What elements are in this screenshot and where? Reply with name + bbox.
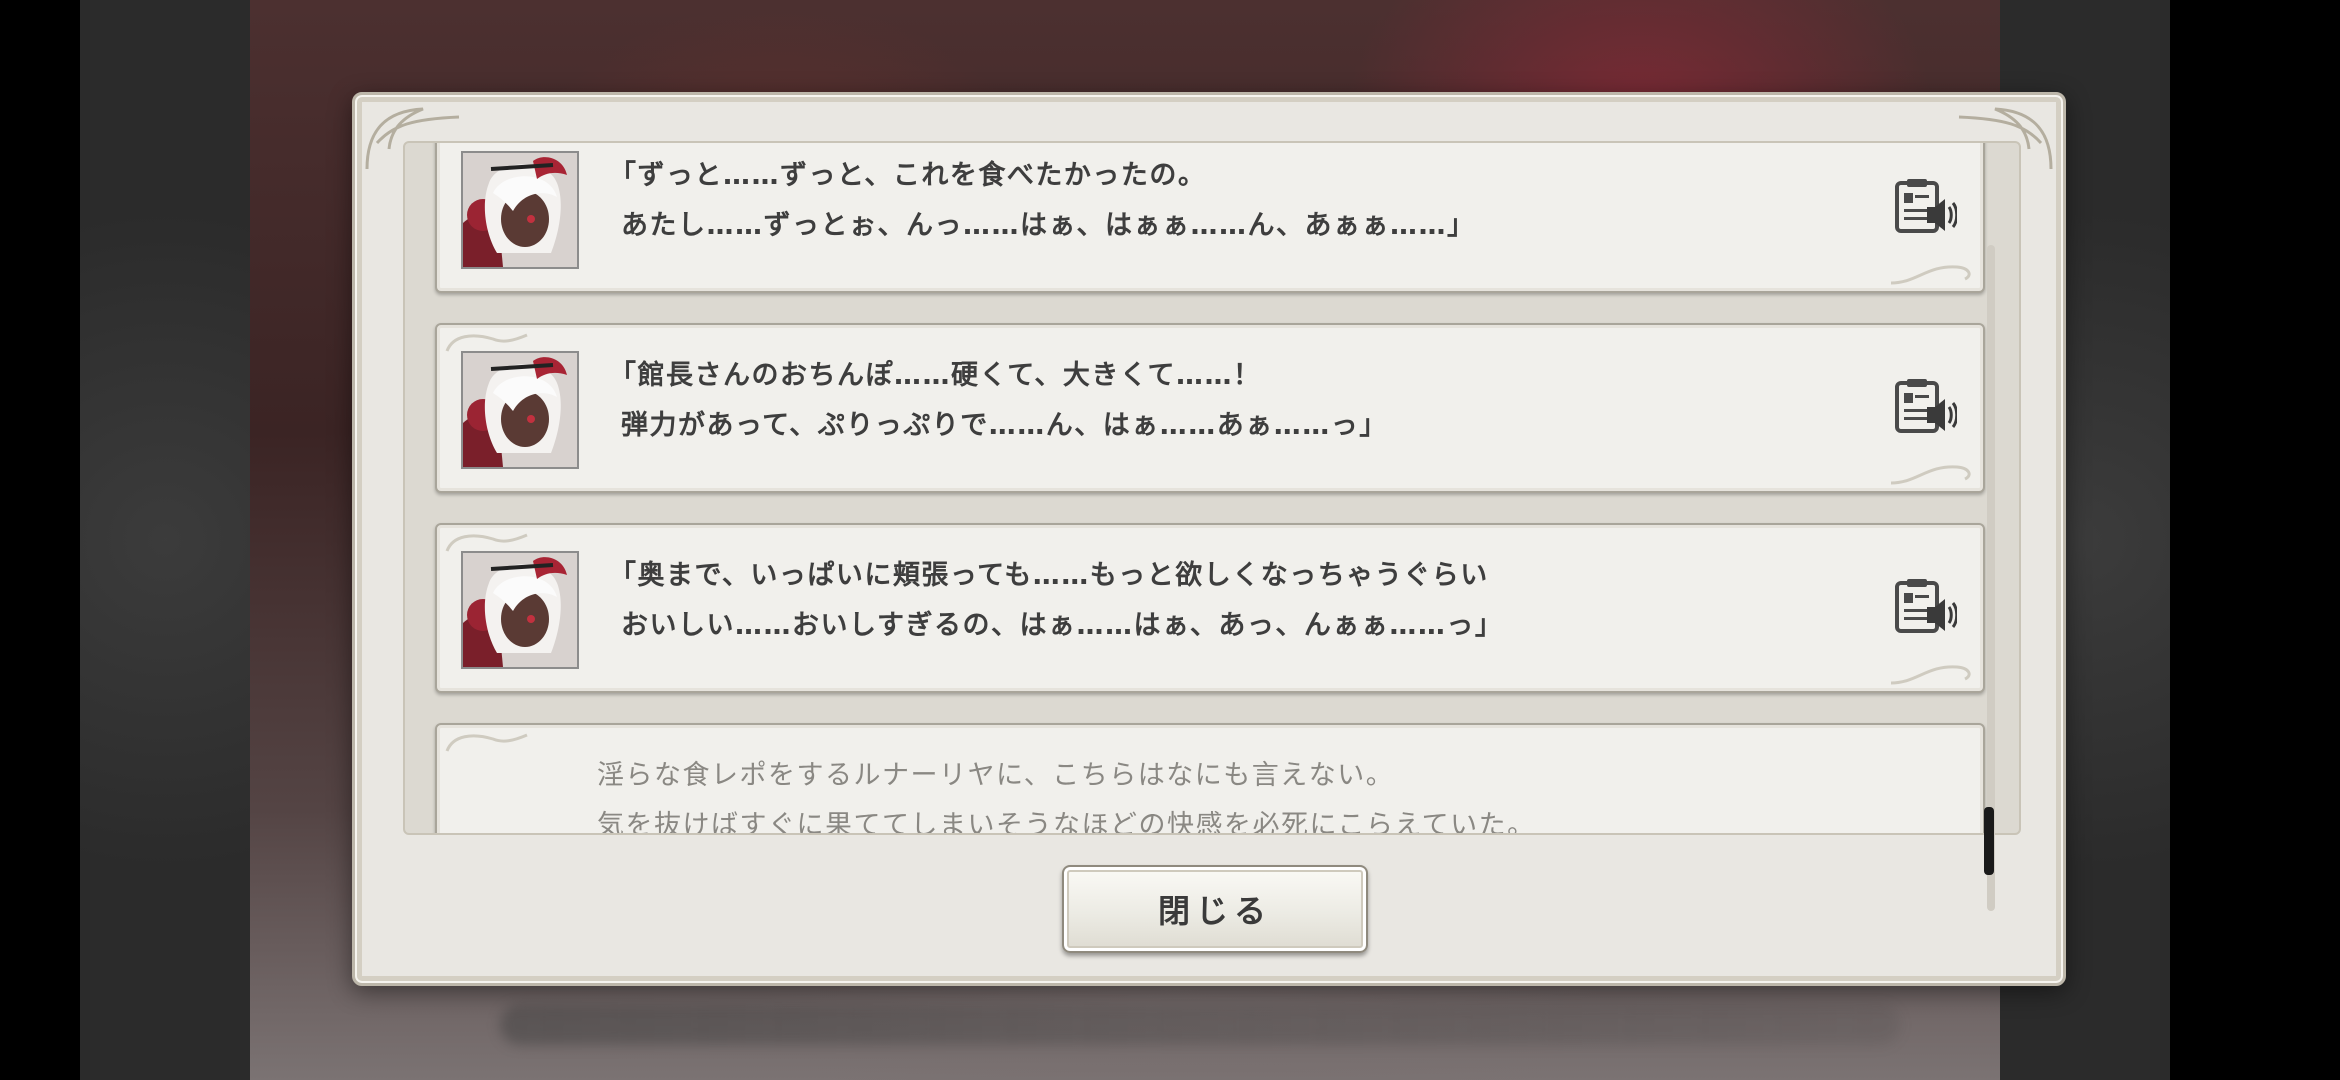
backlog-entry: 「ずっと……ずっと、これを食べたかったの。 あたし……ずっとぉ、んっ……はぁ、は… [435, 143, 1985, 293]
flourish-icon [1890, 265, 1971, 285]
narration-line-1: 淫らな食レポをするルナーリヤに、こちらはなにも言えない。 [597, 760, 1395, 791]
background-ornament-left [80, 0, 250, 1080]
dialogue-line-1: 「奥まで、いっぱいに頬張っても……もっと欲しくなっちゃうぐらい [609, 560, 1489, 591]
dialogue-line-2: おいしい……おいしすぎるの、はぁ……はぁ、あっ、んぁぁ……っ」 [621, 610, 1504, 641]
close-button[interactable]: 閉じる [1062, 865, 1368, 953]
dialogue-line-2: 弾力があって、ぷりっぷりで……ん、はぁ……あぁ……っ」 [621, 410, 1388, 441]
backlog-list: 「ずっと……ずっと、これを食べたかったの。 あたし……ずっとぉ、んっ……はぁ、は… [405, 143, 2019, 833]
flourish-icon [1890, 665, 1971, 685]
character-avatar [461, 551, 579, 669]
backlog-entry-narration: 淫らな食レポをするルナーリヤに、こちらはなにも言えない。 気を抜けばすぐに果てて… [435, 723, 1985, 835]
dialogue-line-2: あたし……ずっとぉ、んっ……はぁ、はぁぁ……ん、あぁぁ……」 [621, 210, 1476, 241]
dialogue-line-1: 「館長さんのおちんぽ……硬くて、大きくて……！ [609, 360, 1262, 391]
character-avatar [461, 351, 579, 469]
dialogue-line-1: 「ずっと……ずっと、これを食べたかったの。 [609, 160, 1207, 191]
flourish-icon [445, 733, 528, 752]
backlog-scroll-area[interactable]: 「ずっと……ずっと、これを食べたかったの。 あたし……ずっとぉ、んっ……はぁ、は… [403, 141, 2021, 835]
scrollbar-thumb[interactable] [1984, 807, 1994, 875]
flourish-icon [1890, 465, 1971, 485]
backlog-entry: 「奥まで、いっぱいに頬張っても……もっと欲しくなっちゃうぐらい おいしい……おい… [435, 523, 1985, 693]
backlog-dialog: 「ずっと……ずっと、これを食べたかったの。 あたし……ずっとぉ、んっ……はぁ、は… [352, 92, 2066, 986]
character-avatar [461, 151, 579, 269]
narration-line-2: 気を抜けばすぐに果ててしまいそうなほどの快感を必死にこらえていた。 [597, 810, 1536, 835]
voice-replay-icon[interactable] [1893, 177, 1957, 235]
voice-replay-icon[interactable] [1893, 377, 1957, 435]
backlog-entry: 「館長さんのおちんぽ……硬くて、大きくて……！ 弾力があって、ぷりっぷりで……ん… [435, 323, 1985, 493]
voice-replay-icon[interactable] [1893, 577, 1957, 635]
background-message-window [500, 1005, 1900, 1045]
